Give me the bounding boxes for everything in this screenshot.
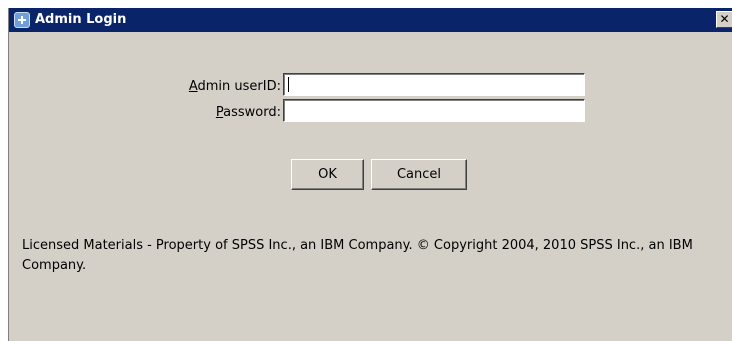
- password-label-text: assword:: [223, 105, 281, 120]
- close-icon: ✕: [719, 12, 730, 26]
- close-button[interactable]: ✕: [716, 11, 732, 28]
- admin-userid-label: Admin userID:: [139, 79, 281, 95]
- license-text: Licensed Materials - Property of SPSS In…: [22, 238, 693, 273]
- userid-label-text: dmin userID:: [197, 79, 281, 94]
- window-title: Admin Login: [35, 12, 127, 27]
- cancel-button[interactable]: Cancel: [371, 159, 467, 190]
- text-caret: [288, 77, 289, 92]
- admin-userid-input[interactable]: [283, 73, 585, 96]
- password-label: Password:: [139, 105, 281, 121]
- app-icon: [14, 12, 30, 28]
- ok-button[interactable]: OK: [291, 159, 364, 190]
- admin-login-dialog: Admin Login ✕ Admin userID: Password: OK…: [8, 8, 732, 341]
- title-bar[interactable]: Admin Login ✕: [9, 8, 732, 32]
- userid-mnemonic: A: [188, 79, 198, 94]
- password-input[interactable]: [283, 99, 585, 122]
